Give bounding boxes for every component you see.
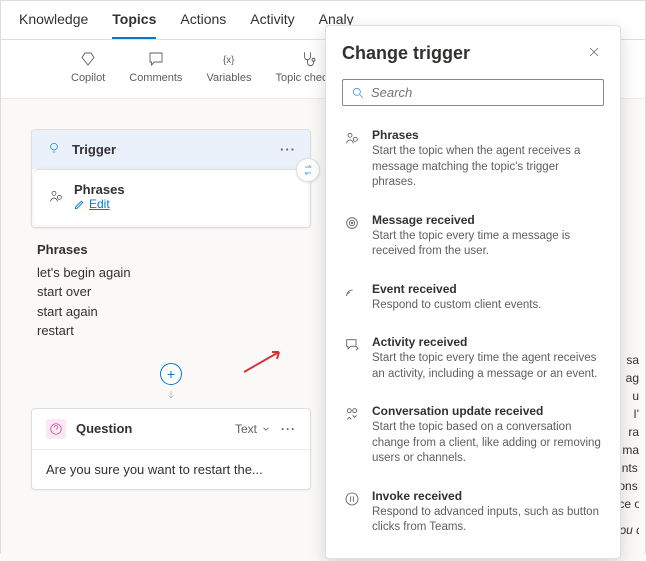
trigger-card-header: Trigger ··· — [32, 130, 310, 169]
node-connector: + — [31, 355, 311, 408]
tool-variables[interactable]: {x} Variables — [206, 50, 251, 84]
target-icon — [342, 213, 362, 260]
phrase-item: start again — [37, 302, 305, 322]
question-card-title: Question — [76, 421, 132, 436]
change-trigger-panel: Change trigger PhrasesStart the topic wh… — [325, 25, 621, 559]
lightbulb-icon — [46, 140, 62, 159]
tool-copilot[interactable]: Copilot — [71, 50, 105, 84]
tab-actions[interactable]: Actions — [180, 11, 226, 39]
trigger-search-input[interactable] — [371, 85, 595, 100]
tool-comments[interactable]: Comments — [129, 50, 182, 84]
phrases-heading: Phrases — [37, 242, 305, 257]
tab-knowledge[interactable]: Knowledge — [19, 11, 88, 39]
trigger-option-conversation-update[interactable]: Conversation update receivedStart the to… — [342, 396, 604, 481]
add-node-button[interactable]: + — [160, 363, 182, 385]
chat-arrow-icon — [342, 335, 362, 382]
edit-phrases-link[interactable]: Edit — [74, 197, 110, 211]
tab-topics[interactable]: Topics — [112, 11, 156, 39]
phrases-title: Phrases — [74, 182, 125, 197]
trigger-option-activity[interactable]: Activity receivedStart the topic every t… — [342, 327, 604, 396]
phrase-item: restart — [37, 321, 305, 341]
stethoscope-icon — [300, 50, 318, 68]
phrase-item: start over — [37, 282, 305, 302]
arrow-down-icon — [165, 389, 177, 404]
tool-label: Variables — [206, 72, 251, 84]
question-card: Question Text ··· Are you sure you want … — [31, 408, 311, 490]
tool-label: Comments — [129, 72, 182, 84]
trigger-option-message[interactable]: Message receivedStart the topic every ti… — [342, 205, 604, 274]
trigger-card: Trigger ··· Phrases Edit — [31, 129, 311, 228]
broadcast-icon — [342, 282, 362, 314]
comment-icon — [147, 50, 165, 68]
variables-icon: {x} — [220, 50, 238, 68]
trigger-option-phrases[interactable]: PhrasesStart the topic when the agent re… — [342, 120, 604, 205]
trigger-search-box[interactable] — [342, 79, 604, 106]
pause-circle-icon — [342, 489, 362, 536]
people-sync-icon — [342, 404, 362, 467]
trigger-phrases-box: Phrases Edit — [34, 169, 308, 225]
panel-title: Change trigger — [342, 43, 470, 64]
svg-text:{x}: {x} — [223, 55, 235, 66]
close-panel-button[interactable] — [584, 42, 604, 65]
question-type-picker[interactable]: Text — [235, 422, 271, 436]
trigger-card-title: Trigger — [72, 142, 116, 157]
phrases-list-section: Phrases let's begin again start over sta… — [31, 228, 311, 355]
tool-label: Copilot — [71, 72, 105, 84]
question-card-header: Question Text ··· — [32, 409, 310, 450]
tab-activity[interactable]: Activity — [250, 11, 294, 39]
question-icon — [46, 419, 66, 439]
question-more-menu[interactable]: ··· — [281, 422, 296, 436]
person-chat-icon — [48, 188, 64, 207]
person-chat-icon — [342, 128, 362, 191]
trigger-option-event[interactable]: Event receivedRespond to custom client e… — [342, 274, 604, 328]
copilot-icon — [79, 50, 97, 68]
question-body-text: Are you sure you want to restart the... — [32, 450, 310, 489]
trigger-option-invoke[interactable]: Invoke receivedRespond to advanced input… — [342, 481, 604, 550]
change-trigger-button[interactable] — [296, 158, 320, 182]
phrase-item: let's begin again — [37, 263, 305, 283]
trigger-more-menu[interactable]: ··· — [280, 142, 296, 157]
